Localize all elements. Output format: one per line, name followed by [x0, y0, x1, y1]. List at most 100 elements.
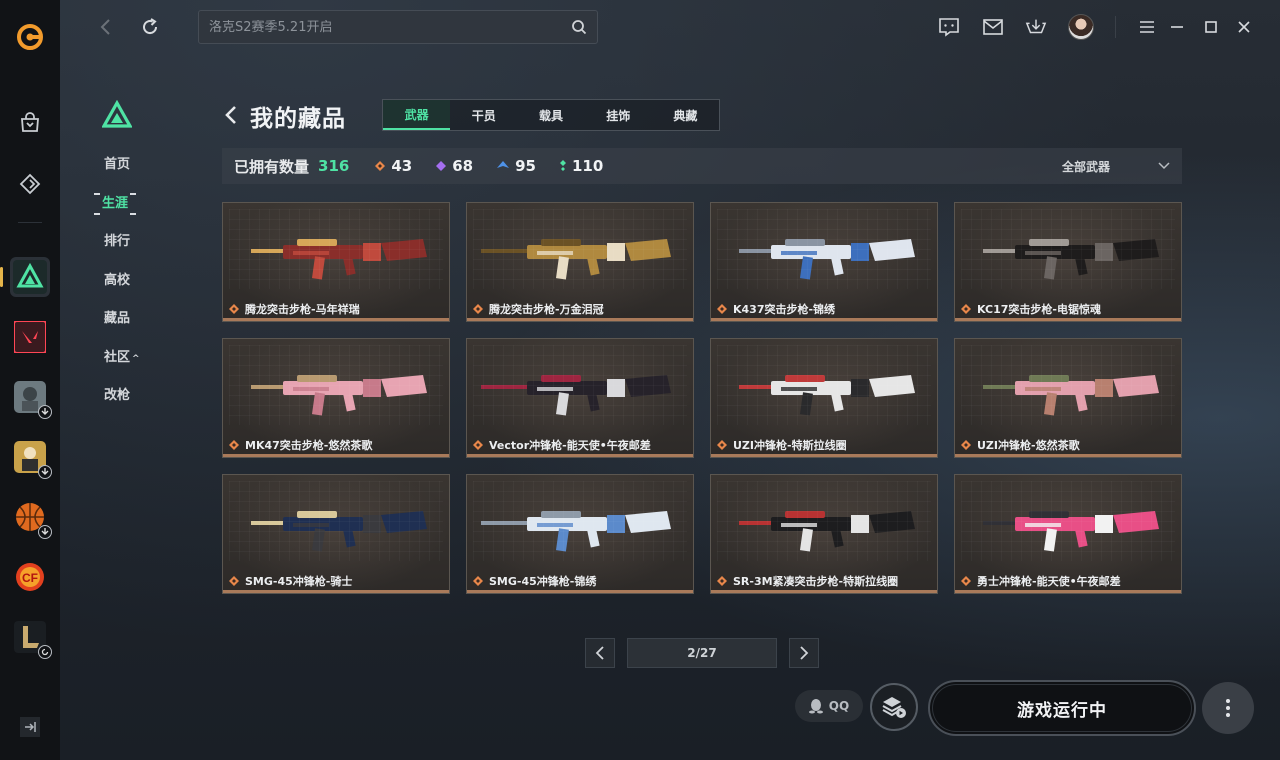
tab-collector[interactable]: 典藏 — [652, 100, 719, 130]
item-name: 腾龙突击步枪-万金泪冠 — [489, 303, 604, 316]
item-caption: K437突击步枪-锦绣 — [717, 301, 835, 317]
item-name: Vector冲锋枪-能天使•午夜邮差 — [489, 439, 651, 452]
item-caption: SMG-45冲锋枪-锦绣 — [473, 573, 596, 589]
item-card[interactable]: MK47突击步枪-悠然茶歌 — [222, 338, 450, 458]
item-card[interactable]: K437突击步枪-锦绣 — [710, 202, 938, 322]
weapon-image — [739, 511, 915, 552]
item-name: UZI冲锋枪-特斯拉线圈 — [733, 439, 847, 452]
item-caption: KC17突击步枪-电锯惊魂 — [961, 301, 1101, 317]
orange-gem-icon — [375, 161, 386, 171]
more-vertical-icon — [1226, 699, 1230, 717]
item-caption: 腾龙突击步枪-万金泪冠 — [473, 301, 604, 317]
weapon-filter-dropdown[interactable]: 全部武器 — [1062, 148, 1170, 184]
download-icon — [38, 525, 52, 539]
valorant-icon[interactable] — [10, 317, 50, 357]
menu-icon[interactable] — [1136, 16, 1158, 38]
item-card[interactable]: 腾龙突击步枪-马年祥瑞 — [222, 202, 450, 322]
category-tabs: 武器 干员 载具 挂饰 典藏 — [382, 99, 720, 131]
weapon-image — [739, 375, 915, 416]
weapon-image — [481, 375, 671, 416]
svg-text:CF: CF — [22, 571, 38, 585]
filter-label: 全部武器 — [1061, 159, 1110, 174]
orange-gem-icon — [473, 576, 483, 586]
item-name: SMG-45冲锋枪-骑士 — [245, 575, 353, 588]
item-card[interactable]: SMG-45冲锋枪-锦绣 — [466, 474, 694, 594]
back-arrow-icon[interactable] — [96, 17, 116, 37]
close-icon[interactable] — [1233, 16, 1255, 38]
delta-force-icon[interactable] — [0, 257, 50, 297]
subnav-item-ranking[interactable]: 排行 — [88, 231, 158, 270]
nba-icon[interactable] — [10, 497, 52, 539]
maximize-icon[interactable] — [1200, 16, 1222, 38]
subnav-item-career[interactable]: 生涯 — [88, 192, 158, 232]
store-icon[interactable] — [10, 102, 50, 142]
layers-button[interactable] — [870, 683, 918, 731]
crossfire-icon[interactable]: CF — [10, 557, 50, 597]
download-icon — [38, 465, 52, 479]
subnav-item-gunsmith[interactable]: 改枪 — [88, 385, 158, 424]
subnav-item-home[interactable]: 首页 — [88, 154, 158, 193]
rarity-count-orange: 43 — [375, 157, 412, 175]
main-area: 首页 生涯 排行 高校 藏品 社区^ 改枪 我的藏品 武器 干员 载具 挂饰 典… — [60, 0, 1280, 760]
tab-weapons[interactable]: 武器 — [383, 100, 451, 130]
item-caption: SR-3M紧凑突击步枪-特斯拉线圈 — [717, 573, 898, 589]
tab-charms[interactable]: 挂饰 — [585, 100, 652, 130]
subnav-item-community[interactable]: 社区 ^ — [88, 347, 158, 386]
page-title: 我的藏品 — [250, 106, 346, 132]
item-caption: UZI冲锋枪-特斯拉线圈 — [717, 437, 847, 453]
tab-vehicles[interactable]: 载具 — [517, 100, 584, 130]
item-card[interactable]: SMG-45冲锋枪-骑士 — [222, 474, 450, 594]
subnav-item-collection[interactable]: 藏品 — [88, 308, 158, 347]
game-library-icon[interactable] — [10, 164, 50, 204]
weapon-image — [983, 375, 1159, 416]
page-header: 我的藏品 武器 干员 载具 挂饰 典藏 — [222, 98, 1182, 134]
page-indicator: 2/27 — [627, 638, 777, 668]
rarity-count-purple: 68 — [436, 157, 473, 175]
weapon-image — [481, 511, 671, 552]
orange-gem-icon — [473, 304, 483, 314]
search-icon[interactable] — [571, 19, 587, 35]
item-card[interactable]: Vector冲锋枪-能天使•午夜邮差 — [466, 338, 694, 458]
search-bar[interactable] — [198, 10, 598, 44]
user-avatar[interactable] — [1068, 14, 1094, 40]
minimize-icon[interactable] — [1166, 16, 1188, 38]
pubg-mobile-icon[interactable] — [10, 377, 52, 419]
item-card[interactable]: UZI冲锋枪-悠然茶歌 — [954, 338, 1182, 458]
item-card[interactable]: 勇士冲锋枪-能天使•午夜邮差 — [954, 474, 1182, 594]
pagination: 2/27 — [585, 638, 819, 668]
item-name: K437突击步枪-锦绣 — [733, 303, 836, 316]
download-manager-icon[interactable] — [1025, 16, 1047, 38]
app-logo-icon[interactable] — [15, 22, 45, 52]
game-running-button[interactable]: 游戏运行中 — [928, 680, 1196, 736]
orange-gem-icon — [717, 576, 727, 586]
item-caption: 勇士冲锋枪-能天使•午夜邮差 — [961, 573, 1121, 589]
toolbar-divider — [1115, 16, 1116, 38]
next-page-button[interactable] — [789, 638, 819, 668]
item-name: KC17突击步枪-电锯惊魂 — [977, 303, 1101, 316]
search-input[interactable] — [209, 19, 571, 35]
collapse-rail-icon[interactable] — [19, 716, 41, 738]
chat-icon[interactable] — [938, 16, 960, 38]
more-options-button[interactable] — [1202, 682, 1254, 734]
refresh-icon[interactable] — [140, 17, 160, 37]
delta-force-logo-icon — [101, 99, 133, 128]
item-card[interactable]: SR-3M紧凑突击步枪-特斯拉线圈 — [710, 474, 938, 594]
item-name: UZI冲锋枪-悠然茶歌 — [977, 439, 1080, 452]
league-of-legends-icon[interactable] — [10, 617, 52, 659]
item-card[interactable]: UZI冲锋枪-特斯拉线圈 — [710, 338, 938, 458]
subnav-item-college[interactable]: 高校 — [88, 270, 158, 309]
back-chevron-icon[interactable] — [222, 104, 242, 126]
prev-page-button[interactable] — [585, 638, 615, 668]
weapon-image — [251, 375, 427, 416]
orange-gem-icon — [229, 576, 239, 586]
mail-icon[interactable] — [982, 16, 1004, 38]
orange-gem-icon — [961, 576, 971, 586]
item-card[interactable]: 腾龙突击步枪-万金泪冠 — [466, 202, 694, 322]
item-caption: SMG-45冲锋枪-骑士 — [229, 573, 352, 589]
tab-operators[interactable]: 干员 — [450, 100, 517, 130]
pubg-icon[interactable] — [10, 437, 52, 479]
item-card[interactable]: KC17突击步枪-电锯惊魂 — [954, 202, 1182, 322]
item-grid: 腾龙突击步枪-马年祥瑞 腾龙突击步枪-万金泪冠 K437突击步枪-锦绣 KC17突击步… — [222, 202, 1182, 594]
qq-button[interactable]: QQ — [795, 690, 863, 722]
orange-gem-icon — [229, 304, 239, 314]
